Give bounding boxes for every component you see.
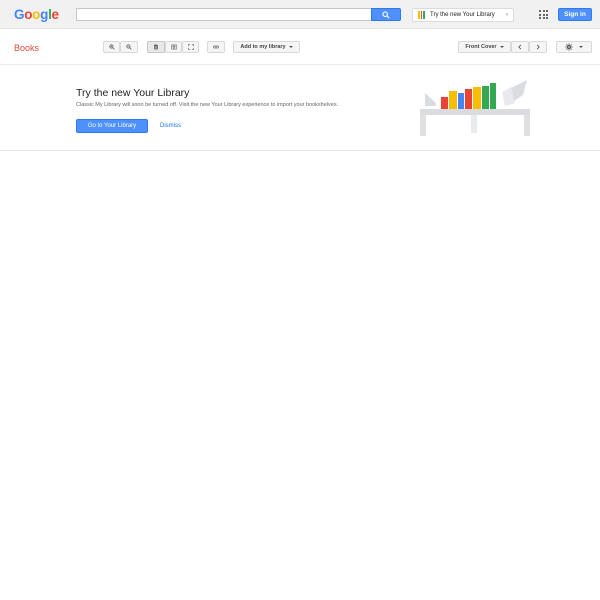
chevron-right-icon: ›: [506, 12, 508, 18]
promo-description: Classic My Library will soon be turned o…: [76, 102, 339, 108]
search-box: [76, 8, 371, 21]
sign-in-button[interactable]: Sign in: [558, 8, 592, 21]
library-books-icon: [418, 11, 426, 19]
add-to-library-button[interactable]: Add to my library: [233, 41, 300, 53]
zoom-in-icon: [108, 44, 115, 50]
single-page-icon: [154, 44, 158, 50]
chevron-down-icon: [579, 46, 583, 48]
chevron-down-icon: [499, 46, 504, 48]
page-select-label: Front Cover: [465, 44, 497, 50]
chevron-left-icon: [518, 44, 522, 50]
top-header: Google Try the new Your Library › Sign i…: [0, 0, 600, 29]
next-page-button[interactable]: [529, 41, 547, 53]
two-page-icon: [170, 44, 177, 50]
search-button[interactable]: [371, 8, 401, 21]
library-shelf-illustration: [420, 80, 530, 136]
logo-letter: e: [51, 7, 60, 22]
library-promo-banner: Try the new Your Library Classic My Libr…: [0, 65, 600, 151]
try-library-chip-label: Try the new Your Library: [430, 12, 495, 18]
books-toolbar: Books Add to my library Front Cover: [0, 29, 600, 65]
link-button[interactable]: [207, 41, 225, 53]
single-page-view-button[interactable]: [147, 41, 165, 53]
previous-page-button[interactable]: [511, 41, 529, 53]
apps-grid-icon[interactable]: [539, 10, 548, 19]
go-to-library-button[interactable]: Go to Your Library: [76, 119, 148, 133]
page-select-dropdown[interactable]: Front Cover: [458, 41, 511, 53]
dismiss-link[interactable]: Dismiss: [160, 123, 181, 129]
books-link[interactable]: Books: [14, 43, 39, 53]
search-icon: [382, 10, 390, 19]
gear-icon: [565, 43, 573, 51]
fullscreen-button[interactable]: [182, 41, 199, 53]
chevron-right-icon: [536, 44, 540, 50]
link-icon: [213, 45, 219, 49]
zoom-in-button[interactable]: [103, 41, 120, 53]
chevron-down-icon: [288, 46, 293, 48]
logo-letter: G: [14, 7, 25, 22]
search-input[interactable]: [77, 9, 371, 21]
settings-button[interactable]: [556, 41, 592, 53]
logo-letter: g: [40, 7, 49, 22]
two-page-view-button[interactable]: [165, 41, 182, 53]
add-to-library-label: Add to my library: [240, 44, 286, 50]
fullscreen-icon: [187, 44, 194, 50]
zoom-out-button[interactable]: [120, 41, 138, 53]
try-library-chip[interactable]: Try the new Your Library ›: [412, 8, 514, 22]
logo-letter: o: [32, 7, 41, 22]
google-logo[interactable]: Google: [14, 7, 59, 22]
zoom-out-icon: [126, 44, 132, 50]
logo-letter: o: [24, 7, 33, 22]
promo-title: Try the new Your Library: [76, 87, 190, 99]
google-logo-letters: Google: [14, 7, 59, 22]
